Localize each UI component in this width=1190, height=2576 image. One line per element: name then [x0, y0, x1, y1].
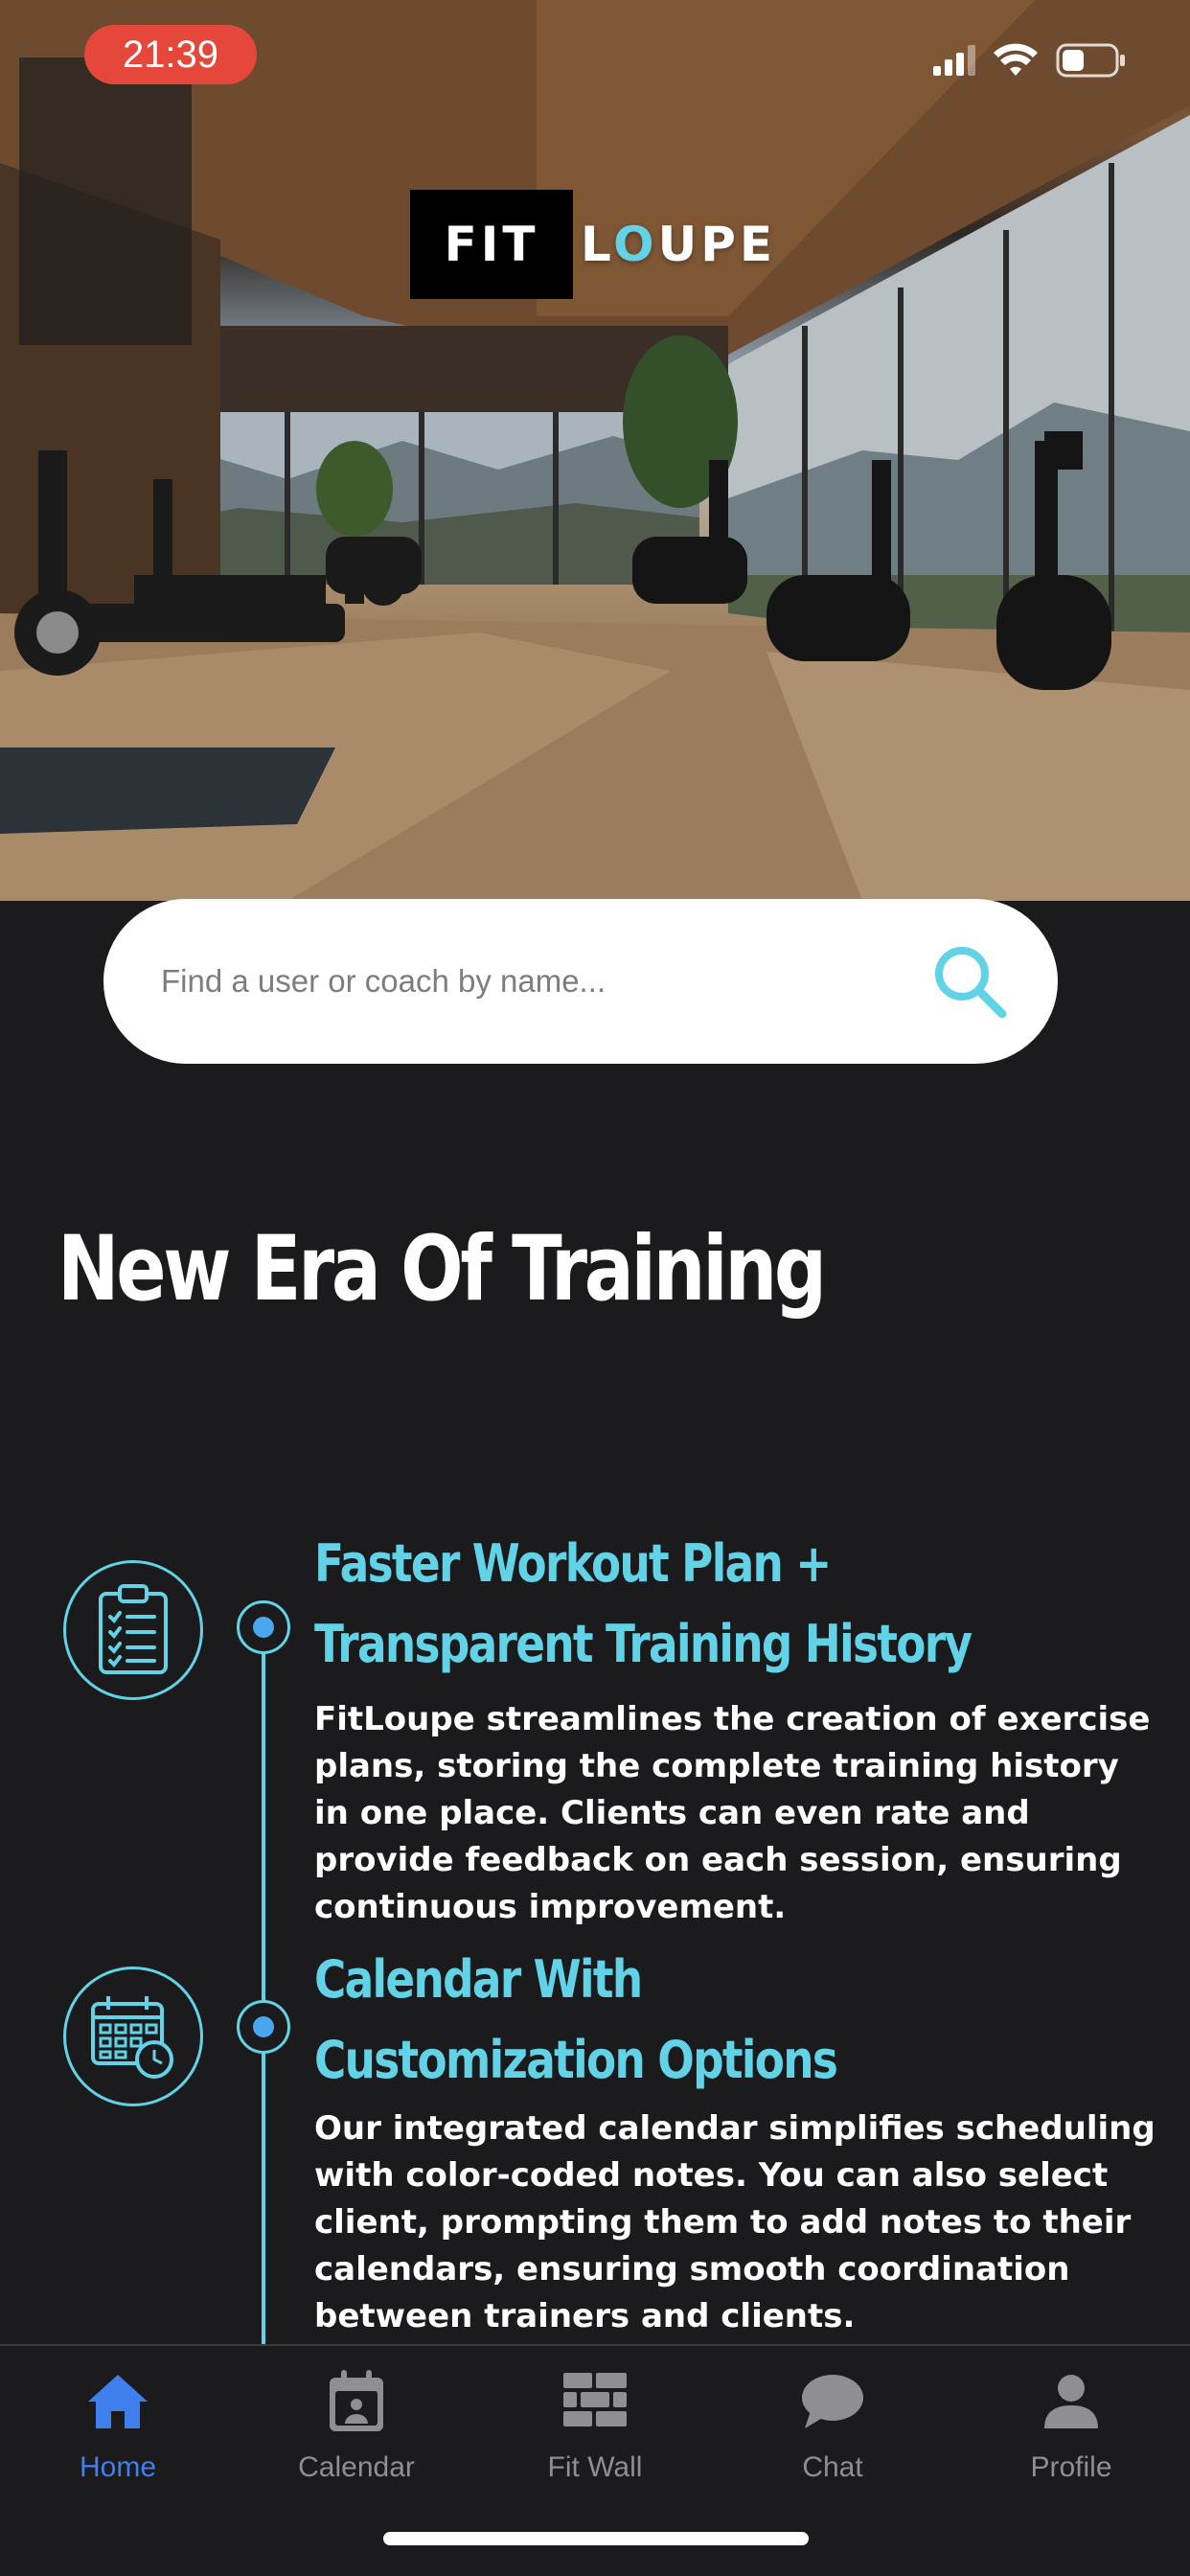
brick-wall-icon: [563, 2373, 627, 2426]
calendar-icon: [330, 2370, 383, 2431]
fitloupe-logo: FIT LOUPE: [410, 190, 776, 299]
tab-label: Calendar: [298, 2451, 415, 2483]
hero-gym-image: 21:39 FIT LOUPE: [0, 0, 1190, 901]
tab-calendar[interactable]: Calendar: [261, 2363, 452, 2484]
tab-chat[interactable]: Chat: [737, 2363, 928, 2484]
feature-title: Faster Workout Plan + Transparent Traini…: [314, 1524, 973, 1685]
feature-icon-badge: [63, 1560, 203, 1700]
battery-icon: [1056, 43, 1125, 78]
feature-title-line: Calendar With: [314, 1949, 643, 2010]
feature-description: Our integrated calendar simplifies sched…: [314, 2109, 1156, 2335]
tab-label: Chat: [802, 2451, 863, 2483]
timeline-line: [262, 1627, 265, 2344]
logo-loupe-l: L: [581, 217, 614, 272]
search-icon: [935, 947, 1007, 1019]
feature-title: Calendar With Customization Options: [314, 1940, 838, 2101]
logo-loupe-text: LOUPE: [581, 217, 776, 272]
wifi-icon: [994, 43, 1038, 76]
tab-home[interactable]: Home: [22, 2363, 214, 2484]
search-input[interactable]: [161, 963, 924, 1000]
chat-bubble-icon: [802, 2375, 863, 2428]
status-time: 21:39: [84, 25, 257, 84]
tab-fit-wall[interactable]: Fit Wall: [499, 2363, 691, 2484]
tab-label: Profile: [1030, 2451, 1112, 2483]
feature-title-line: Faster Workout Plan +: [314, 1533, 832, 1594]
tab-label: Fit Wall: [547, 2451, 643, 2483]
section-heading: New Era Of Training: [57, 1217, 827, 1322]
tab-profile[interactable]: Profile: [975, 2363, 1167, 2484]
logo-fit-text: FIT: [410, 190, 573, 299]
signal-icon: [933, 45, 975, 76]
feature-icon-badge: [63, 1966, 203, 2106]
status-icons: [933, 38, 1127, 82]
search-bar[interactable]: [103, 899, 1058, 1064]
timeline-dot: [237, 1600, 290, 1654]
home-indicator[interactable]: [383, 2532, 809, 2545]
clipboard-checklist-icon: [99, 1584, 168, 1674]
person-icon: [1044, 2375, 1098, 2428]
home-icon: [88, 2375, 148, 2428]
feature-description: FitLoupe streamlines the creation of exe…: [314, 1700, 1151, 1926]
search-button[interactable]: [924, 935, 1016, 1027]
tab-label: Home: [79, 2451, 157, 2483]
timeline-dot: [237, 2000, 290, 2054]
calendar-clock-icon: [91, 1996, 173, 2079]
feature-title-line: Customization Options: [314, 2030, 838, 2090]
logo-loupe-rest: UPE: [657, 217, 776, 272]
gym-interior-image: [0, 0, 1190, 901]
feature-title-line: Transparent Training History: [314, 1614, 973, 1674]
logo-loupe-q: O: [613, 217, 658, 272]
